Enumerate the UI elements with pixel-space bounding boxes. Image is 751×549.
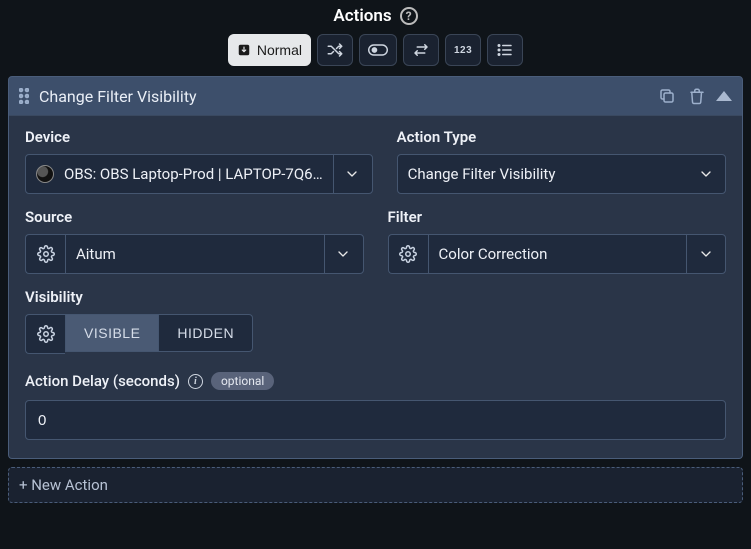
numeric-icon: 123 (454, 45, 472, 56)
visibility-settings-button[interactable] (25, 314, 65, 354)
chevron-down-icon (686, 155, 724, 193)
visibility-visible-button[interactable]: VISIBLE (65, 314, 159, 352)
list-icon (496, 41, 514, 59)
filter-select[interactable]: Color Correction (428, 234, 727, 274)
visibility-segmented: VISIBLE HIDDEN (65, 314, 253, 354)
gear-icon (37, 245, 55, 263)
source-settings-button[interactable] (25, 234, 65, 274)
device-select[interactable]: OBS: OBS Laptop-Prod | LAPTOP-7Q6… (25, 154, 373, 194)
panel-header: Actions ? (0, 0, 751, 34)
action-card: Change Filter Visibility Device OBS: OBS… (8, 76, 743, 459)
visibility-label: Visibility (25, 288, 364, 306)
info-icon[interactable]: i (188, 374, 203, 389)
visibility-hidden-button[interactable]: HIDDEN (159, 314, 253, 352)
source-label: Source (25, 208, 364, 226)
delete-button[interactable] (686, 85, 708, 107)
action-card-body: Device OBS: OBS Laptop-Prod | LAPTOP-7Q6… (9, 115, 742, 458)
new-action-button[interactable]: + New Action (8, 467, 743, 503)
action-delay-input[interactable] (25, 400, 726, 440)
obs-icon (36, 165, 54, 183)
shuffle-icon (326, 41, 344, 59)
chevron-down-icon (324, 235, 362, 273)
mode-swap-button[interactable] (403, 34, 439, 66)
filter-settings-button[interactable] (388, 234, 428, 274)
drag-handle-icon[interactable] (19, 88, 29, 104)
chevron-down-icon (686, 235, 724, 273)
collapse-toggle[interactable] (716, 91, 732, 101)
chevron-down-icon (333, 155, 371, 193)
source-value: Aitum (76, 245, 314, 263)
toggle-icon (368, 42, 388, 58)
mode-numeric-button[interactable]: 123 (445, 34, 481, 66)
device-value: OBS: OBS Laptop-Prod | LAPTOP-7Q6… (64, 165, 323, 183)
optional-badge: optional (211, 372, 274, 390)
trash-icon (688, 87, 706, 105)
action-card-header: Change Filter Visibility (9, 77, 742, 115)
swap-icon (412, 41, 430, 59)
action-type-label: Action Type (397, 128, 726, 146)
filter-value: Color Correction (439, 245, 677, 263)
mode-normal-label: Normal (257, 42, 302, 58)
source-select[interactable]: Aitum (65, 234, 364, 274)
mode-shuffle-button[interactable] (317, 34, 353, 66)
panel-title: Actions (333, 6, 391, 26)
action-type-value: Change Filter Visibility (408, 165, 676, 183)
arrow-down-box-icon (237, 43, 251, 57)
copy-icon (658, 87, 676, 105)
mode-toggle-button[interactable] (359, 34, 397, 66)
filter-label: Filter (388, 208, 727, 226)
gear-icon (399, 245, 417, 263)
action-delay-label: Action Delay (seconds) (25, 372, 180, 390)
action-card-title: Change Filter Visibility (39, 87, 646, 106)
action-card-actions (656, 85, 732, 107)
action-mode-toolbar: Normal 123 (0, 34, 751, 76)
device-label: Device (25, 128, 373, 146)
help-icon[interactable]: ? (400, 7, 418, 25)
action-type-select[interactable]: Change Filter Visibility (397, 154, 726, 194)
mode-list-button[interactable] (487, 34, 523, 66)
gear-icon (37, 325, 55, 343)
duplicate-button[interactable] (656, 85, 678, 107)
mode-normal-button[interactable]: Normal (228, 34, 311, 66)
